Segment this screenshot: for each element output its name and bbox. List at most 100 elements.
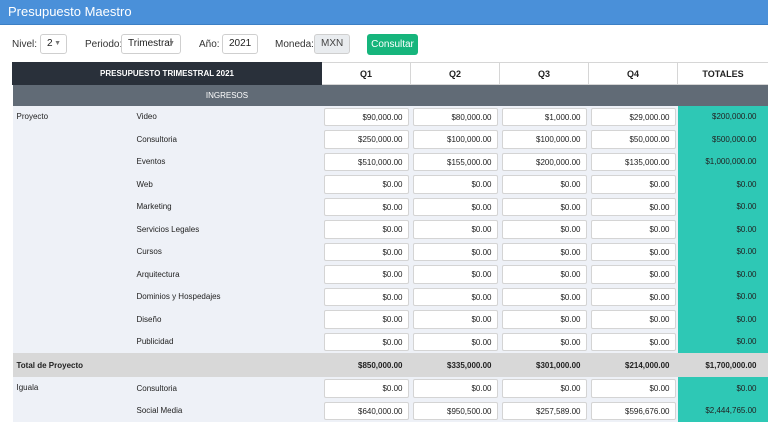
amount-input-q4[interactable]: $0.00 — [591, 379, 676, 398]
column-header-totales: TOTALES — [678, 63, 768, 85]
amount-input-q2[interactable]: $0.00 — [413, 265, 498, 284]
value-cell-q4: $29,000.00 — [589, 106, 678, 129]
periodo-value: Trimestral — [128, 38, 172, 49]
amount-input-q2[interactable]: $0.00 — [413, 175, 498, 194]
row-total: $200,000.00 — [678, 106, 768, 129]
moneda-label: Moneda: — [275, 39, 314, 50]
amount-input-q1[interactable]: $0.00 — [324, 265, 409, 284]
anio-input[interactable]: 2021 — [222, 34, 258, 54]
value-cell-q2: $0.00 — [411, 263, 500, 286]
amount-input-q1[interactable]: $0.00 — [324, 220, 409, 239]
amount-input-q2[interactable]: $950,500.00 — [413, 402, 498, 421]
amount-input-q4[interactable]: $0.00 — [591, 243, 676, 262]
amount-input-q3[interactable]: $0.00 — [502, 175, 587, 194]
amount-input-q3[interactable]: $0.00 — [502, 220, 587, 239]
amount-input-q4[interactable]: $0.00 — [591, 333, 676, 352]
row-total: $0.00 — [678, 331, 768, 354]
category-label: Web — [133, 173, 322, 196]
value-cell-q1: $0.00 — [322, 173, 411, 196]
amount-input-q1[interactable]: $250,000.00 — [324, 130, 409, 149]
amount-input-q3[interactable]: $0.00 — [502, 310, 587, 329]
amount-input-q3[interactable]: $0.00 — [502, 379, 587, 398]
value-cell-q4: $0.00 — [589, 218, 678, 241]
amount-input-q1[interactable]: $0.00 — [324, 198, 409, 217]
amount-input-q2[interactable]: $100,000.00 — [413, 130, 498, 149]
group-label: Proyecto — [13, 106, 133, 354]
amount-input-q3[interactable]: $100,000.00 — [502, 130, 587, 149]
value-cell-q3: $0.00 — [500, 173, 589, 196]
amount-input-q4[interactable]: $0.00 — [591, 175, 676, 194]
amount-input-q2[interactable]: $80,000.00 — [413, 108, 498, 127]
amount-input-q3[interactable]: $0.00 — [502, 288, 587, 307]
row-total: $500,000.00 — [678, 128, 768, 151]
value-cell-q4: $0.00 — [589, 263, 678, 286]
value-cell-q4: $0.00 — [589, 241, 678, 264]
amount-input-q3[interactable]: $0.00 — [502, 333, 587, 352]
amount-input-q4[interactable]: $0.00 — [591, 198, 676, 217]
title-bar: Presupuesto Maestro — [0, 0, 768, 25]
table-row: IgualaConsultoria$0.00$0.00$0.00$0.00$0.… — [13, 377, 768, 400]
amount-input-q1[interactable]: $510,000.00 — [324, 153, 409, 172]
periodo-select[interactable]: Trimestral ▼ — [121, 34, 181, 54]
category-label: Consultoria — [133, 128, 322, 151]
column-header-q1: Q1 — [322, 63, 411, 85]
row-total: $0.00 — [678, 286, 768, 309]
amount-input-q1[interactable]: $0.00 — [324, 288, 409, 307]
chevron-down-icon: ▼ — [168, 35, 175, 53]
amount-input-q3[interactable]: $0.00 — [502, 198, 587, 217]
value-cell-q4: $50,000.00 — [589, 128, 678, 151]
category-label: Diseño — [133, 308, 322, 331]
amount-input-q3[interactable]: $0.00 — [502, 265, 587, 284]
category-label: Video — [133, 106, 322, 129]
value-cell-q4: $0.00 — [589, 286, 678, 309]
amount-input-q2[interactable]: $0.00 — [413, 288, 498, 307]
amount-input-q4[interactable]: $0.00 — [591, 310, 676, 329]
column-header-q2: Q2 — [411, 63, 500, 85]
value-cell-q2: $100,000.00 — [411, 128, 500, 151]
value-cell-q3: $0.00 — [500, 263, 589, 286]
amount-input-q4[interactable]: $0.00 — [591, 220, 676, 239]
value-cell-q4: $0.00 — [589, 308, 678, 331]
amount-input-q1[interactable]: $0.00 — [324, 379, 409, 398]
amount-input-q4[interactable]: $0.00 — [591, 288, 676, 307]
amount-input-q2[interactable]: $155,000.00 — [413, 153, 498, 172]
value-cell-q1: $510,000.00 — [322, 151, 411, 174]
amount-input-q4[interactable]: $50,000.00 — [591, 130, 676, 149]
amount-input-q2[interactable]: $0.00 — [413, 220, 498, 239]
value-cell-q3: $200,000.00 — [500, 151, 589, 174]
amount-input-q2[interactable]: $0.00 — [413, 310, 498, 329]
value-cell-q3: $0.00 — [500, 218, 589, 241]
amount-input-q1[interactable]: $0.00 — [324, 243, 409, 262]
nivel-select[interactable]: 2 ▼ — [40, 34, 67, 54]
amount-input-q1[interactable]: $90,000.00 — [324, 108, 409, 127]
amount-input-q1[interactable]: $0.00 — [324, 333, 409, 352]
amount-input-q1[interactable]: $640,000.00 — [324, 402, 409, 421]
amount-input-q1[interactable]: $0.00 — [324, 310, 409, 329]
amount-input-q2[interactable]: $0.00 — [413, 198, 498, 217]
row-total: $0.00 — [678, 173, 768, 196]
value-cell-q2: $0.00 — [411, 173, 500, 196]
amount-input-q4[interactable]: $135,000.00 — [591, 153, 676, 172]
moneda-value: MXN — [321, 38, 343, 49]
amount-input-q2[interactable]: $0.00 — [413, 333, 498, 352]
category-label: Marketing — [133, 196, 322, 219]
value-cell-q1: $0.00 — [322, 286, 411, 309]
amount-input-q3[interactable]: $257,589.00 — [502, 402, 587, 421]
amount-input-q3[interactable]: $200,000.00 — [502, 153, 587, 172]
table-row: ProyectoVideo$90,000.00$80,000.00$1,000.… — [13, 106, 768, 129]
amount-input-q2[interactable]: $0.00 — [413, 243, 498, 262]
amount-input-q4[interactable]: $596,676.00 — [591, 402, 676, 421]
section-fill — [322, 85, 768, 106]
amount-input-q4[interactable]: $0.00 — [591, 265, 676, 284]
amount-input-q3[interactable]: $0.00 — [502, 243, 587, 262]
value-cell-q2: $0.00 — [411, 196, 500, 219]
amount-input-q3[interactable]: $1,000.00 — [502, 108, 587, 127]
group-total-q2: $335,000.00 — [411, 353, 500, 377]
amount-input-q4[interactable]: $29,000.00 — [591, 108, 676, 127]
row-total: $1,000,000.00 — [678, 151, 768, 174]
consultar-button[interactable]: Consultar — [367, 34, 418, 55]
amount-input-q1[interactable]: $0.00 — [324, 175, 409, 194]
amount-input-q2[interactable]: $0.00 — [413, 379, 498, 398]
value-cell-q2: $0.00 — [411, 377, 500, 400]
chevron-down-icon: ▼ — [54, 35, 61, 53]
